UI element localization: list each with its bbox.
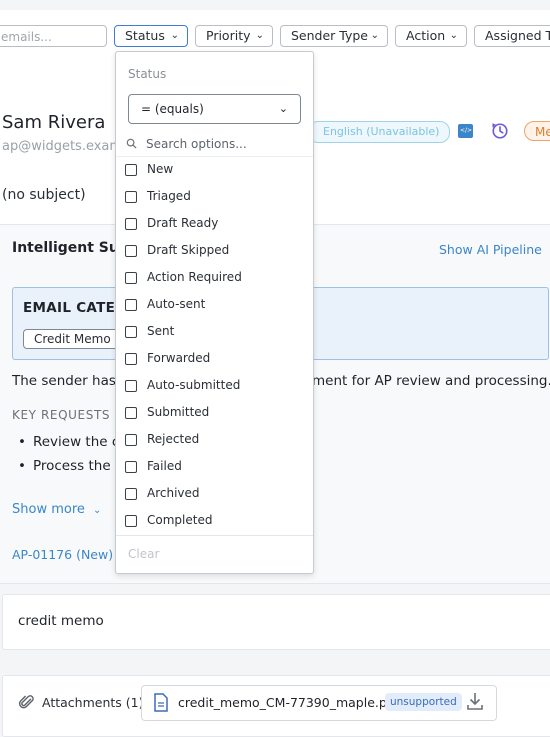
status-options-list[interactable]: New Triaged Draft Ready Draft Skipped Ac… [116,157,313,529]
email-body-text: credit memo [18,613,104,629]
status-option-auto-submitted[interactable]: Auto-submitted [125,378,305,398]
email-subject: (no subject) [2,187,86,203]
status-option-rejected[interactable]: Rejected [125,432,305,452]
checkbox[interactable] [125,218,137,230]
checkbox[interactable] [125,245,137,257]
option-label: Draft Skipped [147,243,230,257]
checkbox[interactable] [125,515,137,527]
paperclip-icon [18,695,34,709]
checkbox[interactable] [125,488,137,500]
checkbox[interactable] [125,164,137,176]
chevron-down-icon: ⌄ [278,102,288,115]
checkbox[interactable] [125,326,137,338]
checkbox[interactable] [125,191,137,203]
status-option-draft-skipped[interactable]: Draft Skipped [125,243,305,263]
email-search-input[interactable]: emails... [0,25,107,47]
option-label: Draft Ready [147,216,219,230]
option-label: Sent [147,324,175,338]
ap-ticket-link[interactable]: AP-01176 (New) [12,547,113,562]
file-icon [154,693,168,712]
top-strip [0,0,550,10]
priority-filter-label: Priority [206,28,251,43]
checkbox[interactable] [125,407,137,419]
status-option-new[interactable]: New [125,162,305,182]
attachment-file-name: credit_memo_CM-77390_maple.pdf [178,695,400,710]
option-label: Auto-sent [147,297,206,311]
summary-text-right: ment for AP review and processing. [312,373,550,389]
show-more-link[interactable]: Show more ⌄ [12,502,101,517]
checkbox[interactable] [125,299,137,311]
status-option-submitted[interactable]: Submitted [125,405,305,425]
sender-type-filter-label: Sender Type [291,28,368,43]
priority-filter-button[interactable]: Priority ⌄ [195,25,273,47]
checkbox[interactable] [125,272,137,284]
status-option-triaged[interactable]: Triaged [125,189,305,209]
checkbox[interactable] [125,461,137,473]
chevron-down-icon: ⌄ [170,30,179,41]
status-option-failed[interactable]: Failed [125,459,305,479]
download-icon[interactable] [466,691,484,711]
dropdown-footer: Clear [116,535,313,573]
status-option-forwarded[interactable]: Forwarded [125,351,305,371]
option-label: Failed [147,459,182,473]
assigned-to-filter-button[interactable]: Assigned To [474,25,550,47]
clear-button[interactable]: Clear [128,547,159,561]
summary-text-left: The sender has [12,373,116,389]
status-option-auto-sent[interactable]: Auto-sent [125,297,305,317]
option-label: Auto-submitted [147,378,241,392]
request-item: Process the c [18,458,122,474]
chevron-down-icon: ⌄ [93,505,102,516]
option-label: Forwarded [147,351,211,365]
checkbox[interactable] [125,434,137,446]
option-label: Rejected [147,432,200,446]
status-option-action-required[interactable]: Action Required [125,270,305,290]
option-search-input[interactable] [142,134,310,154]
status-filter-label: Status [125,28,165,43]
assigned-to-filter-label: Assigned To [485,28,550,43]
operator-select[interactable]: = (equals) ⌄ [128,94,301,124]
show-more-label: Show more [12,502,85,517]
option-label: Submitted [147,405,210,419]
chevron-down-icon: ⌄ [370,30,379,41]
language-badge: English (Unavailable) [308,121,451,143]
assignee-me-badge[interactable]: Me [524,121,550,141]
option-label: New [147,162,174,176]
status-option-draft-ready[interactable]: Draft Ready [125,216,305,236]
option-label: Archived [147,486,200,500]
option-label: Completed [147,513,213,527]
chevron-down-icon: ⌄ [255,30,264,41]
history-icon[interactable] [491,122,509,140]
option-label: Action Required [147,270,242,284]
option-label: Triaged [147,189,191,203]
status-filter-button[interactable]: Status ⌄ [114,25,188,47]
option-search-row [116,132,313,157]
checkbox[interactable] [125,353,137,365]
sender-name: Sam Rivera [2,112,106,133]
operator-value: = (equals) [141,102,204,116]
dropdown-title: Status [128,67,167,81]
checkbox[interactable] [125,380,137,392]
status-option-archived[interactable]: Archived [125,486,305,506]
status-filter-dropdown: Status = (equals) ⌄ New Triaged Draft Re… [115,51,314,574]
sender-type-filter-button[interactable]: Sender Type ⌄ [280,25,388,47]
chevron-down-icon: ⌄ [449,30,458,41]
request-item: Review the c [18,434,119,450]
status-option-sent[interactable]: Sent [125,324,305,344]
action-filter-label: Action [406,28,446,43]
key-requests-label: KEY REQUESTS [12,408,111,422]
status-option-completed[interactable]: Completed [125,513,305,529]
attachments-label: Attachments (1) [42,695,144,710]
code-view-icon[interactable] [458,124,473,138]
show-ai-pipeline-link[interactable]: Show AI Pipeline [439,242,542,257]
unsupported-badge: unsupported [385,693,462,711]
action-filter-button[interactable]: Action ⌄ [395,25,467,47]
search-icon [126,138,137,149]
